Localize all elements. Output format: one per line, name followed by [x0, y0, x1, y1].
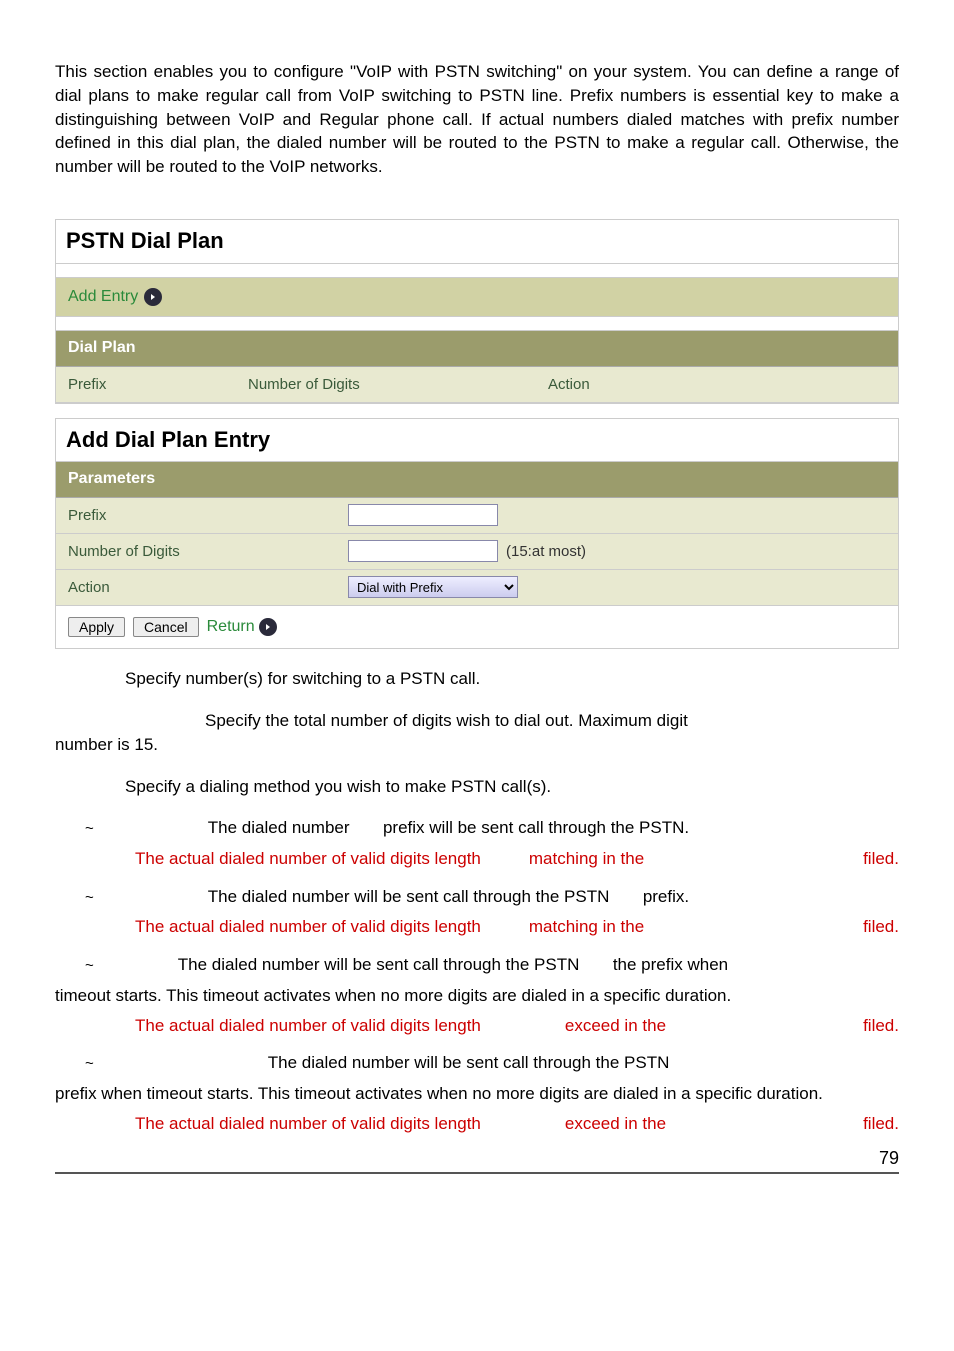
- col-prefix: Prefix: [56, 367, 236, 402]
- prefix-input[interactable]: [348, 504, 498, 526]
- action-select[interactable]: Dial with Prefix: [348, 576, 518, 598]
- add-entry-link[interactable]: Add Entry: [68, 286, 138, 308]
- note-text: matching in the: [529, 847, 644, 871]
- at-most-hint: (15:at most): [506, 541, 586, 562]
- bullet-icon: ~: [85, 955, 94, 976]
- bullet-1-note: The actual dialed number of valid digits…: [135, 847, 899, 871]
- bullet-icon: ~: [85, 887, 94, 908]
- bullet-icon: ~: [85, 1053, 94, 1074]
- footer: 79: [55, 1146, 899, 1174]
- return-label: Return: [207, 616, 255, 638]
- note-text: filed.: [863, 915, 899, 939]
- desc-p2a: Specify the total number of digits wish …: [205, 709, 899, 733]
- bullet-3-note: The actual dialed number of valid digits…: [135, 1014, 899, 1038]
- bullet-icon: ~: [85, 818, 94, 839]
- bullet-4: ~ The dialed number will be sent call th…: [85, 1051, 899, 1076]
- note-text: filed.: [863, 1014, 899, 1038]
- number-of-digits-label: Number of Digits: [56, 534, 336, 569]
- bullet-2-post: prefix.: [638, 887, 689, 906]
- note-text: The actual dialed number of valid digits…: [135, 915, 481, 939]
- intro-text: This section enables you to configure "V…: [55, 60, 899, 179]
- button-row: Apply Cancel Return: [56, 606, 898, 648]
- desc-p2-wrap: Specify the total number of digits wish …: [55, 709, 899, 757]
- bullet-4-pre: The dialed number will be sent call thro…: [268, 1053, 670, 1072]
- bullet-3-pre: The dialed number will be sent call thro…: [178, 955, 584, 974]
- apply-button[interactable]: Apply: [68, 617, 125, 637]
- dial-plan-header-row: Prefix Number of Digits Action: [56, 367, 898, 403]
- bullet-3: ~ The dialed number will be sent call th…: [85, 953, 899, 978]
- note-text: exceed in the: [565, 1112, 666, 1136]
- desc-p2b: number is 15.: [55, 733, 899, 757]
- note-text: The actual dialed number of valid digits…: [135, 1014, 481, 1038]
- number-of-digits-input[interactable]: [348, 540, 498, 562]
- dial-plan-subheader: Dial Plan: [56, 331, 898, 366]
- arrow-right-icon: [259, 618, 277, 636]
- pstn-panel-title: PSTN Dial Plan: [56, 220, 898, 264]
- param-row-number: Number of Digits (15:at most): [56, 534, 898, 570]
- bullet-4-tail: prefix when timeout starts. This timeout…: [55, 1082, 899, 1106]
- note-text: filed.: [863, 847, 899, 871]
- spacer: [56, 317, 898, 331]
- parameters-subheader: Parameters: [56, 462, 898, 497]
- bullet-3-tail: timeout starts. This timeout activates w…: [55, 984, 899, 1008]
- bullet-2: ~ The dialed number will be sent call th…: [85, 885, 899, 910]
- return-link[interactable]: Return: [207, 616, 277, 638]
- add-entry-row[interactable]: Add Entry: [56, 278, 898, 317]
- bullet-4-note: The actual dialed number of valid digits…: [135, 1112, 899, 1136]
- param-row-prefix: Prefix: [56, 498, 898, 534]
- bullet-1: ~ The dialed number prefix will be sent …: [85, 816, 899, 841]
- spacer: [56, 264, 898, 278]
- note-text: exceed in the: [565, 1014, 666, 1038]
- bullet-1-post: prefix will be sent call through the PST…: [378, 818, 689, 837]
- cancel-button[interactable]: Cancel: [133, 617, 199, 637]
- add-dial-plan-entry-panel: Add Dial Plan Entry Parameters Prefix Nu…: [55, 418, 899, 650]
- note-text: filed.: [863, 1112, 899, 1136]
- bullet-2-note: The actual dialed number of valid digits…: [135, 915, 899, 939]
- prefix-label: Prefix: [56, 498, 336, 533]
- bullet-1-pre: The dialed number: [208, 818, 354, 837]
- action-label: Action: [56, 570, 336, 605]
- page-number: 79: [879, 1146, 899, 1171]
- bullet-3-post: the prefix when: [608, 955, 728, 974]
- note-text: The actual dialed number of valid digits…: [135, 1112, 481, 1136]
- col-number-of-digits: Number of Digits: [236, 367, 536, 402]
- pstn-dial-plan-panel: PSTN Dial Plan Add Entry Dial Plan Prefi…: [55, 219, 899, 404]
- arrow-right-icon: [144, 288, 162, 306]
- note-text: matching in the: [529, 915, 644, 939]
- add-panel-title: Add Dial Plan Entry: [56, 419, 898, 463]
- bullet-2-pre: The dialed number will be sent call thro…: [208, 887, 614, 906]
- col-action: Action: [536, 367, 898, 402]
- param-row-action: Action Dial with Prefix: [56, 570, 898, 606]
- note-text: The actual dialed number of valid digits…: [135, 847, 481, 871]
- desc-p1: Specify number(s) for switching to a PST…: [125, 667, 899, 691]
- desc-p3: Specify a dialing method you wish to mak…: [125, 775, 899, 799]
